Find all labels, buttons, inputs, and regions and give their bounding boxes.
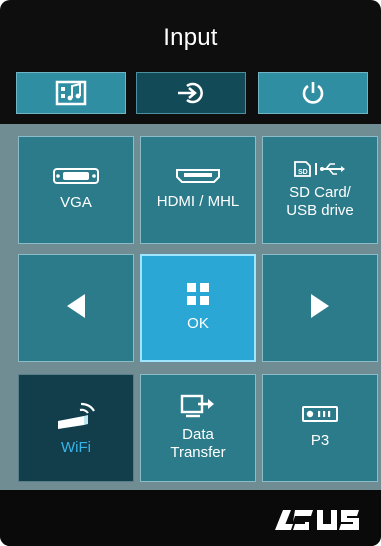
wifi-label: WiFi: [61, 439, 91, 456]
p3-button[interactable]: P3: [262, 374, 378, 482]
vga-label: VGA: [60, 194, 92, 211]
power-icon: [300, 80, 326, 106]
arrow-left-icon: [65, 293, 87, 324]
ok-button[interactable]: OK: [140, 254, 256, 362]
wifi-button[interactable]: WiFi: [18, 374, 134, 482]
input-grid: VGA HDMI / MHL SD SD Card/ USB drive OK …: [0, 124, 381, 490]
sd-usb-button[interactable]: SD SD Card/ USB drive: [262, 136, 378, 244]
hdmi-mhl-button[interactable]: HDMI / MHL: [140, 136, 256, 244]
hdmi-port-icon: [176, 169, 220, 183]
remote-window: Input VGA HDMI / MHL SD SD Card/ USB dri…: [0, 0, 381, 546]
projector-icon: [302, 406, 338, 422]
power-button[interactable]: [258, 72, 368, 114]
sd-usb-label-line1: SD Card/: [289, 184, 351, 201]
data-transfer-label-line1: Data: [182, 426, 214, 443]
footer: [0, 490, 381, 546]
input-source-icon: [174, 80, 208, 106]
wifi-dongle-icon: [56, 399, 96, 429]
input-tab-button[interactable]: [136, 72, 246, 114]
arrow-right-icon: [309, 293, 331, 324]
right-arrow-button[interactable]: [262, 254, 378, 362]
p3-label: P3: [310, 432, 330, 449]
vga-button[interactable]: VGA: [18, 136, 134, 244]
left-arrow-button[interactable]: [18, 254, 134, 362]
media-tab-button[interactable]: [16, 72, 126, 114]
svg-text:SD: SD: [298, 169, 308, 176]
data-transfer-button[interactable]: Data Transfer: [140, 374, 256, 482]
data-transfer-label-line2: Transfer: [170, 444, 226, 461]
hdmi-mhl-label: HDMI / MHL: [156, 193, 240, 210]
data-transfer-icon: [180, 394, 216, 420]
grid-icon: [187, 283, 209, 305]
vga-port-icon: [53, 168, 99, 184]
ok-label: OK: [187, 315, 209, 332]
sd-usb-icon: SD: [293, 160, 347, 178]
sd-usb-label-line2: USB drive: [286, 202, 354, 219]
asus-logo: [269, 508, 359, 535]
page-title: Input: [163, 24, 218, 51]
media-notes-icon: [55, 80, 87, 106]
